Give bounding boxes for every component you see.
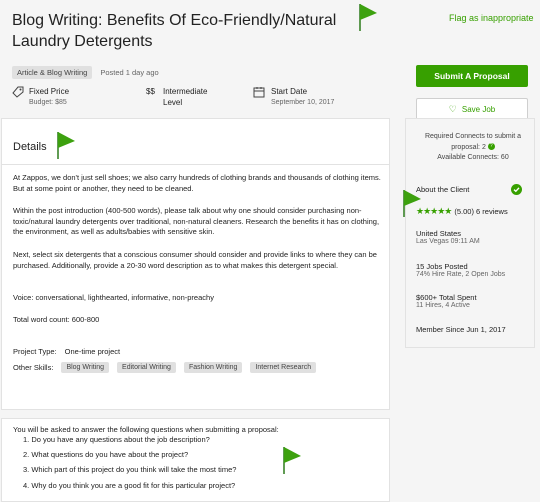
member-since: Member Since Jun 1, 2017 [416, 325, 506, 334]
other-skills-row: Other Skills: Blog Writing Editorial Wri… [13, 362, 317, 373]
skill-chip[interactable]: Fashion Writing [183, 362, 243, 373]
start-label: Start Date [271, 87, 308, 96]
job-meta: Article & Blog Writing Posted 1 day ago [12, 66, 159, 79]
level-label: Intermediate Level [163, 87, 208, 107]
project-type-label: Project Type: [13, 347, 57, 356]
fixed-price-info: Fixed Price Budget: $85 [12, 86, 122, 108]
other-skills-label: Other Skills: [13, 363, 54, 372]
skill-chip[interactable]: Editorial Writing [117, 362, 176, 373]
green-flag-icon [57, 132, 75, 159]
heart-icon: ♡ [448, 103, 457, 114]
green-flag-icon [403, 190, 421, 217]
verified-check-icon [511, 184, 522, 195]
price-tag-icon [12, 86, 24, 98]
jobs-posted: 15 Jobs Posted [416, 262, 468, 271]
flag-inappropriate-link[interactable]: Flag as inappropriate [449, 13, 534, 23]
about-client-heading: About the Client [416, 185, 470, 194]
question-item: 1. Do you have any questions about the j… [23, 435, 210, 444]
dollar-level-icon: $$ [146, 87, 155, 96]
job-title: Blog Writing: Benefits Of Eco-Friendly/N… [12, 12, 337, 50]
budget-value: Budget: $85 [29, 99, 67, 106]
client-spent: $600+ Total Spent 11 Hires, 4 Active [416, 293, 477, 309]
divider [2, 164, 389, 165]
start-date-info: Start Date September 10, 2017 [253, 86, 393, 108]
skill-chip[interactable]: Blog Writing [61, 362, 110, 373]
rating-text: (5.00) 6 reviews [454, 207, 508, 216]
connects-required: Required Connects to submit a proposal: … [424, 133, 522, 151]
details-paragraph-1: At Zappos, we don't just sell shoes; we … [13, 173, 381, 193]
project-type-row: Project Type: One-time project [13, 347, 120, 356]
green-flag-icon [283, 447, 301, 474]
project-type-value: One-time project [64, 347, 121, 356]
calendar-icon [253, 87, 265, 98]
total-spent: $600+ Total Spent [416, 293, 477, 302]
client-location: United States Las Vegas 09:11 AM [416, 229, 480, 245]
experience-level-info: $$ Intermediate Level [146, 86, 246, 108]
location-country: United States [416, 229, 462, 238]
posted-time: Posted 1 day ago [100, 68, 159, 77]
skill-chip[interactable]: Internet Research [250, 362, 317, 373]
question-item: 4. Why do you think you are a good fit f… [23, 481, 236, 490]
question-item: 3. Which part of this project do you thi… [23, 465, 237, 474]
connects-info: Required Connects to submit a proposal: … [418, 132, 528, 164]
client-rating: ★★★★★ (5.00) 6 reviews [416, 206, 508, 217]
start-value: September 10, 2017 [271, 99, 335, 106]
question-item: 2. What questions do you have about the … [23, 450, 189, 459]
details-paragraph-3: Next, select six detergents that a consc… [13, 250, 377, 270]
details-heading: Details [13, 141, 47, 153]
details-voice: Voice: conversational, lighthearted, inf… [13, 293, 214, 302]
category-badge[interactable]: Article & Blog Writing [12, 66, 93, 79]
save-job-button[interactable]: ♡ Save Job [416, 98, 528, 120]
submit-proposal-button[interactable]: Submit A Proposal [416, 65, 528, 87]
hires-active: 11 Hires, 4 Active [416, 302, 470, 309]
green-flag-icon [359, 4, 377, 31]
save-job-label: Save Job [461, 104, 496, 114]
price-label: Fixed Price [29, 87, 70, 96]
help-icon[interactable]: ? [487, 143, 495, 151]
connects-available: Available Connects: 60 [437, 154, 509, 161]
details-word-count: Total word count: 600-800 [13, 315, 100, 324]
location-time: Las Vegas 09:11 AM [416, 238, 480, 245]
client-jobs: 15 Jobs Posted 74% Hire Rate, 2 Open Job… [416, 262, 505, 278]
hire-rate: 74% Hire Rate, 2 Open Jobs [416, 271, 506, 278]
details-card: Details At Zappos, we don't just sell sh… [1, 118, 390, 410]
details-paragraph-2: Within the post introduction (400-500 wo… [13, 206, 380, 237]
screening-questions-card: You will be asked to answer the followin… [1, 418, 390, 502]
questions-intro: You will be asked to answer the followin… [13, 425, 279, 434]
